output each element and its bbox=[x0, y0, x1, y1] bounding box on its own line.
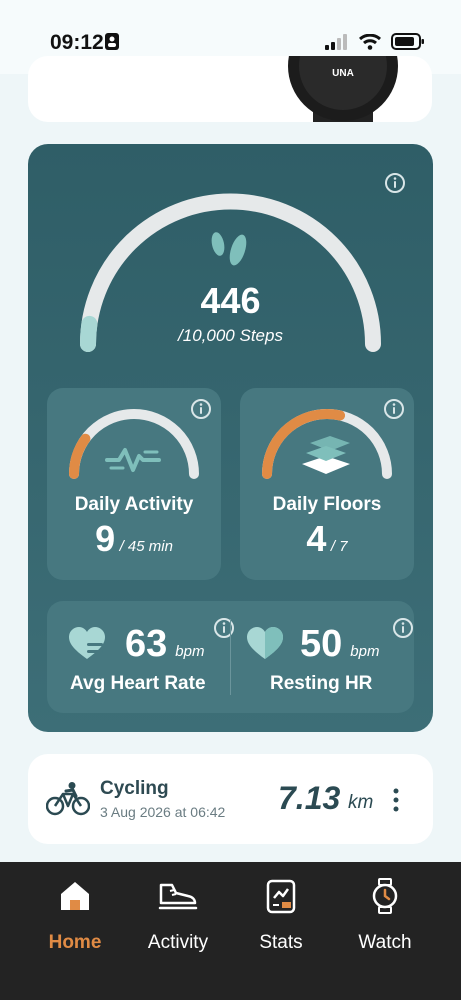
resting-hr-number: 50 bbox=[300, 623, 343, 665]
activity-entry-card[interactable]: Cycling 3 Aug 2026 at 06:42 7.13 km bbox=[28, 754, 433, 844]
heart-icon bbox=[247, 627, 283, 659]
nav-activity-label: Activity bbox=[147, 932, 209, 953]
nav-stats-label: Stats bbox=[259, 932, 303, 953]
info-icon[interactable] bbox=[384, 172, 406, 194]
activity-title: Cycling bbox=[100, 778, 169, 799]
activity-date: 3 Aug 2026 at 06:42 bbox=[100, 804, 226, 820]
daily-floors-number: 4 bbox=[306, 518, 327, 559]
daily-floors-title: Daily Floors bbox=[272, 494, 382, 515]
cycling-icon bbox=[46, 782, 90, 816]
nav-activity[interactable]: Activity bbox=[128, 876, 228, 954]
sneaker-icon bbox=[158, 883, 198, 910]
daily-floors-value: 4 / 7 bbox=[240, 518, 414, 560]
floors-layers-icon bbox=[302, 436, 350, 474]
activity-pulse-icon bbox=[105, 448, 161, 472]
steps-value: 446 bbox=[200, 280, 261, 321]
stats-clipboard-icon bbox=[266, 879, 296, 914]
daily-activity-value: 9 / 45 min bbox=[47, 518, 221, 560]
avg-heart-rate-label: Avg Heart Rate bbox=[70, 673, 206, 694]
avg-hr-number: 63 bbox=[125, 623, 168, 665]
avg-hr-unit: bpm bbox=[175, 643, 205, 660]
activity-distance-unit: km bbox=[348, 792, 374, 813]
nav-stats[interactable]: Stats bbox=[231, 876, 331, 954]
steps-goal: /10,000 Steps bbox=[178, 326, 283, 345]
home-icon bbox=[61, 882, 89, 910]
signal-icon bbox=[325, 33, 347, 50]
daily-activity-goal: / 45 min bbox=[119, 538, 173, 555]
daily-activity-number: 9 bbox=[95, 518, 116, 559]
nav-watch[interactable]: Watch bbox=[335, 876, 435, 954]
battery-icon bbox=[391, 33, 424, 50]
daily-activity-card[interactable]: Daily Activity 9 / 45 min bbox=[47, 388, 221, 580]
watch-card[interactable]: UNA bbox=[28, 56, 432, 122]
info-icon[interactable] bbox=[213, 617, 235, 639]
wifi-icon bbox=[359, 33, 381, 50]
daily-floors-goal: / 7 bbox=[330, 538, 348, 555]
watch-icon bbox=[372, 878, 398, 914]
nav-watch-label: Watch bbox=[358, 932, 412, 953]
contact-card-icon bbox=[105, 33, 119, 50]
status-time: 09:12 bbox=[50, 31, 104, 54]
heart-rate-card[interactable]: 63 bpm Avg Heart Rate 50 bpm Resting HR bbox=[47, 601, 414, 713]
resting-hr-label: Resting HR bbox=[270, 673, 373, 694]
daily-floors-card[interactable]: Daily Floors 4 / 7 bbox=[240, 388, 414, 580]
avg-heart-rate-value: 63 bpm bbox=[125, 623, 204, 666]
bottom-nav: Home Activity Stats Watch bbox=[0, 862, 461, 1000]
activity-distance: 7.13 bbox=[278, 780, 341, 816]
smartwatch-image: UNA bbox=[288, 56, 398, 122]
more-vertical-icon[interactable] bbox=[392, 788, 400, 812]
heart-list-icon bbox=[69, 627, 105, 659]
nav-home[interactable]: Home bbox=[25, 876, 125, 954]
footprint-icon bbox=[211, 232, 247, 266]
resting-hr-value: 50 bpm bbox=[300, 623, 379, 666]
daily-metrics-card: 446 /10,000 Steps Daily Activity 9 / 45 … bbox=[28, 144, 433, 732]
info-icon[interactable] bbox=[392, 617, 414, 639]
watch-brand: UNA bbox=[332, 68, 354, 79]
divider bbox=[230, 619, 231, 695]
daily-activity-title: Daily Activity bbox=[74, 494, 194, 515]
resting-hr-unit: bpm bbox=[350, 643, 380, 660]
nav-home-label: Home bbox=[48, 932, 102, 953]
